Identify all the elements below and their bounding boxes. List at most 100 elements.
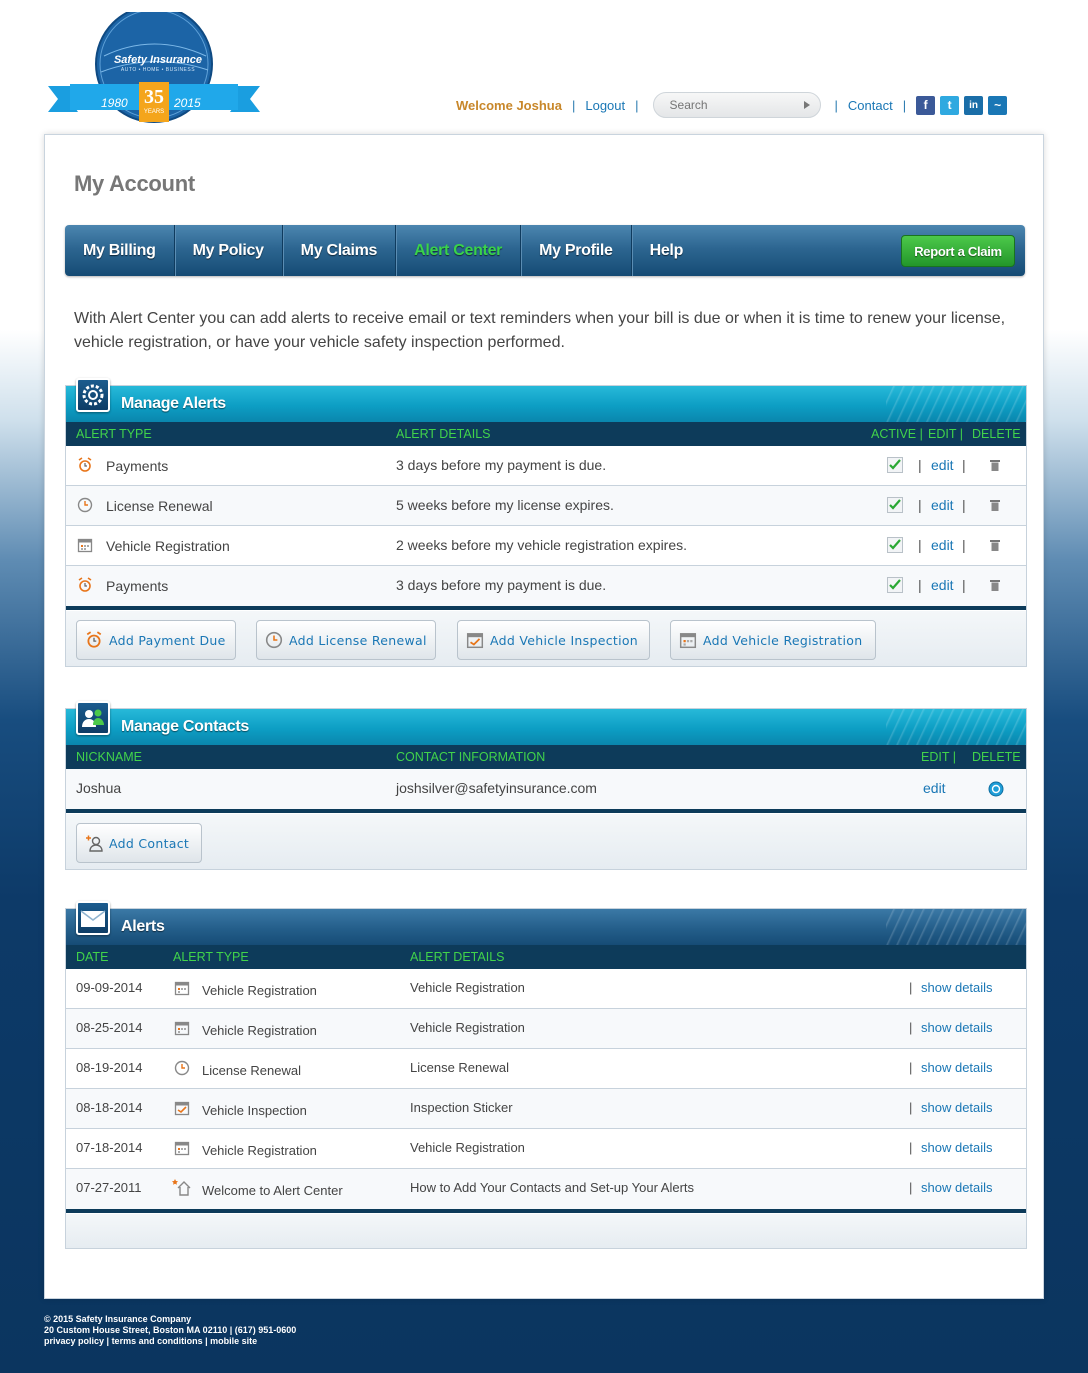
show-details-link[interactable]: show details	[921, 1140, 993, 1155]
table-row: Joshua joshsilver@safetyinsurance.com ed…	[66, 769, 1026, 809]
alert-type: Welcome to Alert Center	[202, 1183, 343, 1198]
alert-date: 08-19-2014	[76, 1060, 143, 1075]
col-contact-information: CONTACT INFORMATION	[396, 750, 546, 764]
trash-icon[interactable]	[990, 539, 1000, 551]
tab-alert-center[interactable]: Alert Center	[396, 225, 522, 276]
separator: |	[918, 577, 922, 593]
check-icon	[889, 459, 901, 470]
alert-type: Vehicle Registration	[202, 1023, 317, 1038]
show-details-link[interactable]: show details	[921, 980, 993, 995]
alert-details: Inspection Sticker	[410, 1100, 513, 1115]
alert-details: Vehicle Registration	[410, 1140, 525, 1155]
safety-app-icon[interactable]: ~	[988, 95, 1008, 115]
contact-nickname: Joshua	[76, 780, 122, 796]
contact-link[interactable]: Contact	[848, 98, 893, 113]
header-stripes	[886, 909, 1026, 945]
terms-link[interactable]: terms and conditions	[112, 1336, 203, 1346]
logo-tagline: AUTO • HOME • BUSINESS	[120, 67, 196, 73]
alert-details: Vehicle Registration	[410, 1020, 525, 1035]
safety-insurance-logo[interactable]: Safety Insurance AUTO • HOME • BUSINESS …	[46, 5, 262, 124]
add-vehicle-inspection-button[interactable]: Add Vehicle Inspection	[457, 620, 650, 660]
trash-icon[interactable]	[990, 499, 1000, 511]
calendar-icon	[174, 1141, 190, 1156]
logo-year-end: 2015	[174, 96, 201, 110]
add-payment-due-label: Add Payment Due	[109, 632, 226, 648]
add-contact-button[interactable]: Add Contact	[76, 823, 202, 863]
edit-link[interactable]: edit	[931, 497, 954, 513]
manage-alerts-title: Manage Alerts	[121, 395, 226, 412]
home-star-icon	[172, 1179, 191, 1196]
tab-my-profile[interactable]: My Profile	[521, 225, 632, 276]
copyright: © 2015 Safety Insurance Company	[44, 1314, 192, 1324]
tab-my-claims[interactable]: My Claims	[283, 225, 397, 276]
calendar-icon	[174, 981, 190, 996]
alert-date: 07-27-2011	[76, 1180, 142, 1195]
add-license-renewal-label: Add License Renewal	[289, 632, 427, 648]
main-panel: My Account My Billing My Policy My Claim…	[44, 134, 1044, 1299]
facebook-icon[interactable]: f	[916, 95, 936, 115]
trash-icon[interactable]	[990, 459, 1000, 471]
report-claim-button[interactable]: Report a Claim	[901, 235, 1015, 267]
active-checkbox[interactable]	[887, 457, 903, 473]
tab-help[interactable]: Help	[632, 225, 701, 276]
show-details-link[interactable]: show details	[921, 1020, 993, 1035]
check-icon	[889, 579, 901, 590]
table-row: Payments 3 days before my payment is due…	[66, 566, 1026, 606]
edit-link[interactable]: edit	[923, 780, 946, 796]
mobile-site-link[interactable]: mobile site	[210, 1336, 257, 1346]
manage-alerts-column-header: ALERT TYPE ALERT DETAILS ACTIVE | EDIT |…	[66, 422, 1026, 446]
show-details-link[interactable]: show details	[921, 1060, 993, 1075]
alert-type: Payments	[106, 458, 169, 474]
add-payment-due-button[interactable]: Add Payment Due	[76, 620, 236, 660]
linkedin-icon[interactable]: in	[964, 95, 984, 115]
add-contact-label: Add Contact	[109, 835, 190, 851]
social-links: f t in ~	[916, 95, 1008, 115]
active-checkbox[interactable]	[887, 577, 903, 593]
alerts-rows: 09-09-2014 Vehicle Registration Vehicle …	[66, 969, 1026, 1209]
search-input[interactable]	[669, 98, 790, 112]
separator: |	[962, 537, 966, 553]
separator: |	[571, 97, 576, 113]
edit-link[interactable]: edit	[931, 537, 954, 553]
table-row: Payments 3 days before my payment is due…	[66, 446, 1026, 486]
alerts-header: Alerts	[66, 909, 1026, 945]
separator: |	[962, 497, 966, 513]
active-checkbox[interactable]	[887, 497, 903, 513]
delete-circle-icon[interactable]	[988, 781, 1004, 797]
active-checkbox[interactable]	[887, 537, 903, 553]
tab-my-policy[interactable]: My Policy	[175, 225, 283, 276]
gear-icon	[76, 378, 110, 412]
search-arrow-icon[interactable]	[803, 101, 810, 109]
tab-my-billing[interactable]: My Billing	[65, 225, 175, 276]
calendar-icon	[174, 1021, 190, 1036]
show-details-link[interactable]: show details	[921, 1180, 993, 1195]
privacy-policy-link[interactable]: privacy policy	[44, 1336, 104, 1346]
clock-icon	[174, 1060, 190, 1076]
add-license-renewal-button[interactable]: Add License Renewal	[256, 620, 436, 660]
col-alert-type: ALERT TYPE	[76, 427, 152, 441]
edit-link[interactable]: edit	[931, 577, 954, 593]
search-box[interactable]	[652, 92, 821, 118]
alert-type: Vehicle Registration	[202, 1143, 317, 1158]
separator: |	[909, 980, 913, 995]
show-details-link[interactable]: show details	[921, 1100, 993, 1115]
separator: |	[834, 97, 838, 113]
contact-information: joshsilver@safetyinsurance.com	[396, 780, 597, 796]
col-delete: DELETE	[972, 750, 1021, 764]
col-nickname: NICKNAME	[76, 750, 142, 764]
calendar-check-icon	[174, 1101, 190, 1116]
check-icon	[889, 539, 901, 550]
alert-details: How to Add Your Contacts and Set-up Your…	[410, 1180, 695, 1195]
separator: |	[909, 1060, 913, 1075]
trash-icon[interactable]	[990, 579, 1000, 591]
logout-link[interactable]: Logout	[585, 98, 625, 113]
alert-type: Vehicle Inspection	[202, 1103, 307, 1118]
alarm-clock-icon	[78, 577, 92, 592]
edit-link[interactable]: edit	[931, 457, 954, 473]
table-row: 07-27-2011 Welcome to Alert Center How t…	[66, 1169, 1026, 1209]
envelope-icon	[76, 901, 110, 935]
calendar-check-icon	[466, 633, 484, 649]
add-vehicle-registration-button[interactable]: Add Vehicle Registration	[670, 620, 876, 660]
twitter-icon[interactable]: t	[940, 95, 960, 115]
add-vehicle-inspection-label: Add Vehicle Inspection	[490, 632, 639, 648]
